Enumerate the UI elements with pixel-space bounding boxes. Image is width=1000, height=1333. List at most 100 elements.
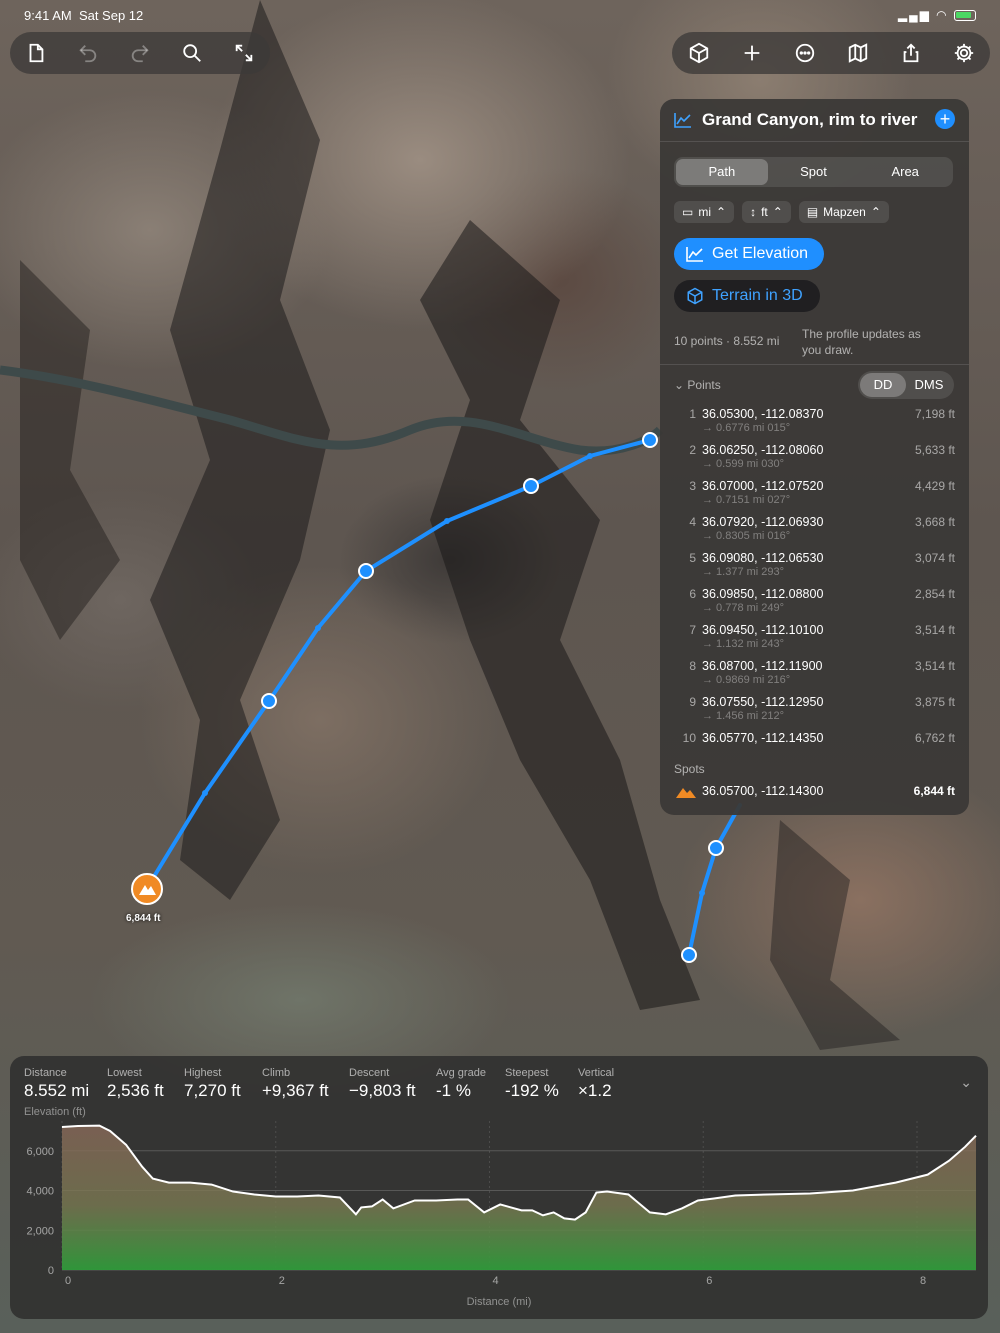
spot-elevation: 6,844 ft: [913, 784, 955, 798]
tab-path[interactable]: Path: [676, 159, 768, 185]
plus-icon[interactable]: [725, 32, 778, 74]
canyon-shadow: [20, 260, 120, 640]
chevron-down-icon: ⌄: [674, 378, 685, 392]
point-coord: 36.07000, -112.07520: [702, 479, 824, 493]
x-tick-label: 4: [492, 1275, 498, 1287]
spot-marker[interactable]: [131, 873, 163, 905]
y-tick-label: 6,000: [26, 1146, 54, 1158]
status-time: 9:41 AM: [24, 8, 72, 23]
format-dms[interactable]: DMS: [906, 373, 952, 397]
undo-icon[interactable]: [62, 32, 114, 74]
elevation-chart-icon: [674, 113, 691, 128]
point-segment: → 1.132 mi 243°: [702, 638, 785, 650]
add-button[interactable]: +: [935, 109, 955, 129]
point-row[interactable]: 4 36.07920, -112.06930 3,668 ft → 0.8305 mi…: [674, 515, 955, 551]
battery-icon: [954, 10, 976, 22]
toolbar-right: [672, 32, 990, 74]
canyon-shadow: [770, 820, 900, 1050]
elevation-profile-panel: Distance 8.552 mi Lowest 2,536 ft Highest 7,2…: [10, 1056, 988, 1319]
new-document-icon[interactable]: [10, 32, 62, 74]
point-segment: → 1.456 mi 212°: [702, 710, 785, 722]
ruler-icon: ▭: [682, 205, 694, 219]
point-elevation: 4,429 ft: [914, 479, 955, 493]
search-icon[interactable]: [166, 32, 218, 74]
tab-spot[interactable]: Spot: [768, 159, 860, 185]
point-number: 8: [689, 659, 696, 673]
terrain-3d-button[interactable]: Terrain in 3D: [674, 280, 820, 312]
point-coord: 36.08700, -112.11900: [702, 659, 823, 673]
point-row[interactable]: 10 36.05770, -112.14350 6,762 ft: [674, 731, 955, 767]
point-number: 6: [689, 587, 696, 601]
point-row[interactable]: 2 36.06250, -112.08060 5,633 ft → 0.599 mi …: [674, 443, 955, 479]
point-number: 7: [689, 623, 696, 637]
elevation-area: [62, 1125, 976, 1270]
get-elevation-button[interactable]: Get Elevation: [674, 238, 824, 270]
points-section-header[interactable]: ⌄ Points: [674, 378, 721, 392]
point-row[interactable]: 8 36.08700, -112.11900 3,514 ft → 0.9869 mi…: [674, 659, 955, 695]
3d-cube-icon[interactable]: [672, 32, 725, 74]
distance-unit-value: mi: [698, 205, 712, 219]
redo-icon[interactable]: [114, 32, 166, 74]
point-number: 3: [689, 479, 696, 493]
settings-gear-icon[interactable]: [937, 32, 990, 74]
format-dd[interactable]: DD: [860, 373, 906, 397]
mountain-icon: [676, 788, 696, 798]
point-row[interactable]: 7 36.09450, -112.10100 3,514 ft → 1.132 mi …: [674, 623, 955, 659]
point-coord: 36.09450, -112.10100: [702, 623, 824, 637]
database-icon: ▤: [806, 205, 819, 219]
chevron-updown-icon: ⌃: [716, 205, 727, 219]
point-row[interactable]: 6 36.09850, -112.08800 2,854 ft → 0.778 mi …: [674, 587, 955, 623]
3d-cube-icon: [687, 287, 703, 305]
expand-icon[interactable]: [218, 32, 270, 74]
point-segment: → 0.6776 mi 015°: [702, 422, 791, 434]
point-number: 10: [682, 731, 696, 745]
elevation-chart[interactable]: 0 2,000 4,000 6,000 0 2 4 6 8: [10, 1056, 988, 1319]
point-elevation: 7,198 ft: [914, 407, 955, 421]
toolbar-left: [10, 32, 270, 74]
point-coord: 36.09850, -112.08800: [702, 587, 824, 601]
point-number: 1: [689, 407, 696, 421]
spot-coord: 36.05700, -112.14300: [702, 784, 824, 798]
point-row[interactable]: 9 36.07550, -112.12950 3,875 ft → 1.456 mi …: [674, 695, 955, 731]
unit-chips: ▭ mi ⌃ ↕ ft ⌃ ▤ Mapzen ⌃: [674, 201, 889, 223]
spots-section-header: Spots: [674, 762, 705, 776]
canyon-shadow: [420, 220, 700, 1010]
map-icon[interactable]: [831, 32, 884, 74]
tab-area[interactable]: Area: [859, 159, 951, 185]
height-icon: ↕: [750, 205, 757, 219]
mode-segmented-control: Path Spot Area: [674, 157, 953, 187]
point-number: 2: [689, 443, 696, 457]
point-row[interactable]: 5 36.09080, -112.06530 3,074 ft → 1.377 mi …: [674, 551, 955, 587]
point-coord: 36.05770, -112.14350: [702, 731, 824, 745]
point-elevation: 3,514 ft: [914, 623, 955, 637]
point-elevation: 2,854 ft: [914, 587, 955, 601]
point-coord: 36.07550, -112.12950: [702, 695, 824, 709]
point-row[interactable]: 3 36.07000, -112.07520 4,429 ft → 0.7151 mi…: [674, 479, 955, 515]
point-coord: 36.05300, -112.08370: [702, 407, 824, 421]
path-summary: 10 points · 8.552 mi: [674, 334, 780, 348]
point-segment: → 1.377 mi 293°: [702, 566, 785, 578]
route-line: [687, 803, 742, 957]
point-elevation: 3,668 ft: [914, 515, 955, 529]
point-elevation: 5,633 ft: [914, 443, 955, 457]
get-elevation-label: Get Elevation: [712, 245, 809, 262]
x-axis-label: Distance (mi): [466, 1296, 532, 1308]
y-tick-label: 2,000: [26, 1225, 54, 1237]
point-segment: → 0.778 mi 249°: [702, 602, 785, 614]
y-tick-label: 0: [48, 1265, 54, 1277]
more-icon[interactable]: [778, 32, 831, 74]
coord-format-control: DD DMS: [858, 371, 954, 399]
point-row[interactable]: 1 36.05300, -112.08370 7,198 ft → 0.6776 mi…: [674, 407, 955, 443]
distance-unit-select[interactable]: ▭ mi ⌃: [674, 201, 735, 223]
elevation-source-select[interactable]: ▤ Mapzen ⌃: [798, 201, 889, 223]
status-date: Sat Sep 12: [78, 8, 144, 23]
profile-hint: The profile updates as you draw.: [802, 327, 921, 357]
x-tick-label: 8: [920, 1275, 926, 1287]
elevation-unit-select[interactable]: ↕ ft ⌃: [742, 201, 791, 223]
spot-row[interactable]: 36.05700, -112.14300 6,844 ft: [674, 784, 955, 802]
x-tick-label: 6: [706, 1275, 712, 1287]
share-icon[interactable]: [884, 32, 937, 74]
panel-header: Grand Canyon, rim to river +: [674, 109, 955, 131]
point-segment: → 0.9869 mi 216°: [702, 674, 791, 686]
point-segment: → 0.7151 mi 027°: [702, 494, 791, 506]
